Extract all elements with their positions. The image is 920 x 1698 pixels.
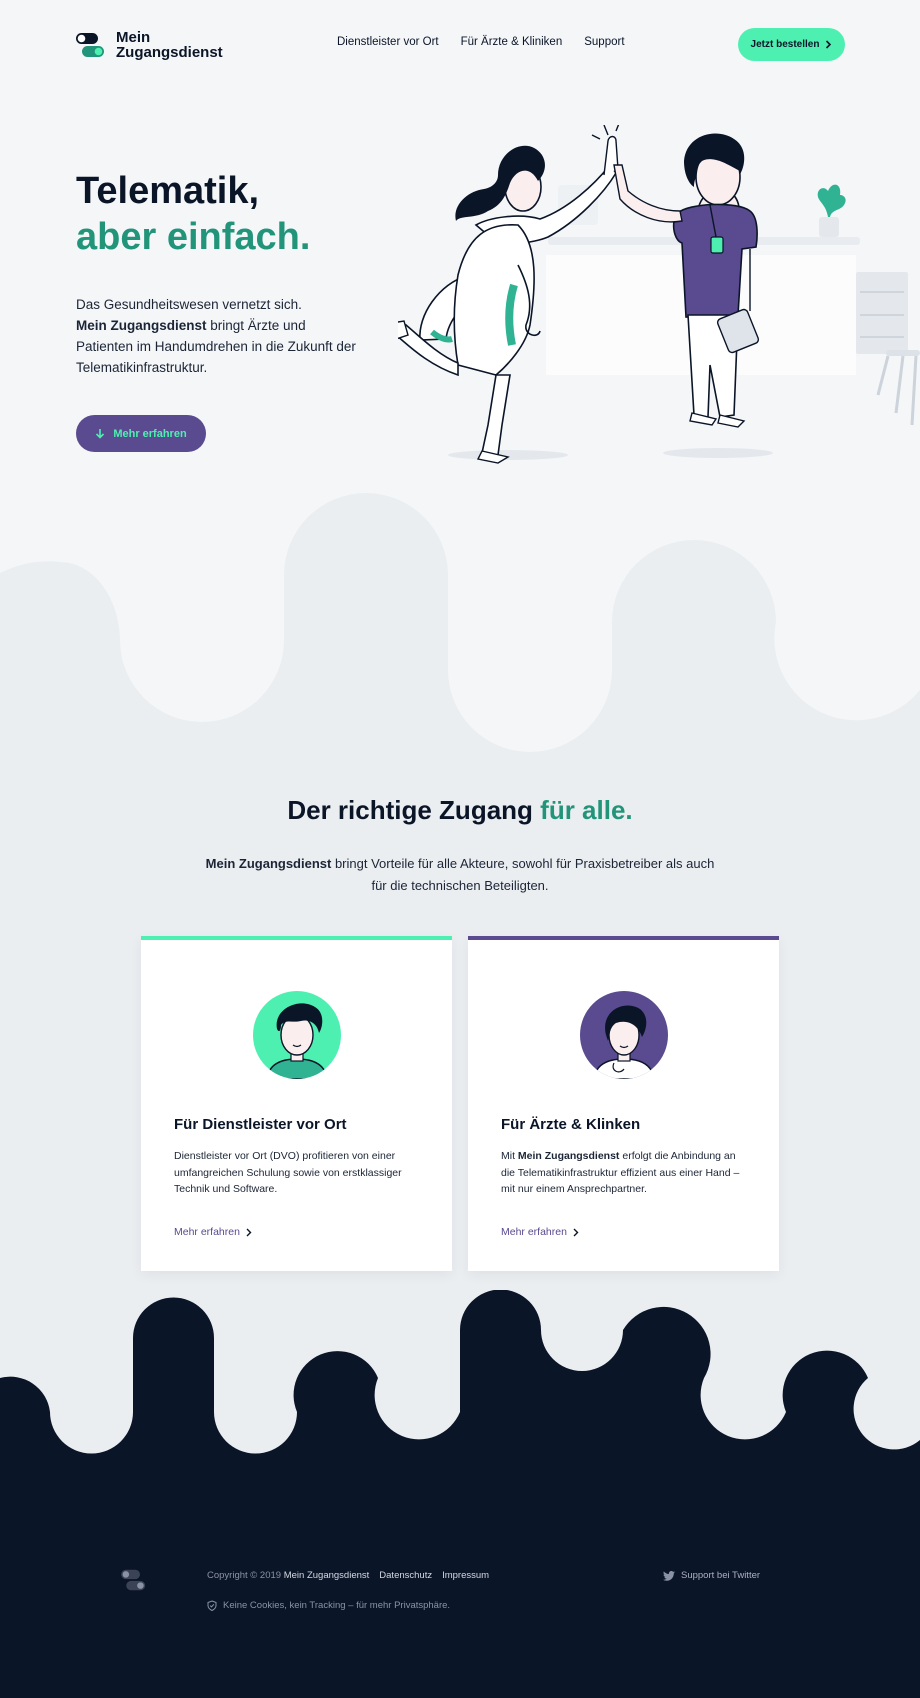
card-aerzte-text: Mit Mein Zugangsdienst erfolgt die Anbin… [501,1148,751,1198]
arrow-down-icon [96,429,105,439]
nav-item-aerzte-kliniken[interactable]: Für Ärzte & Kliniken [461,36,563,48]
card-dienstleister-title: Für Dienstleister vor Ort [174,1116,347,1133]
card-aerzte-kliniken: Für Ärzte & Klinken Mit Mein Zugangsdien… [468,936,779,1271]
card-aerzte-text-pre: Mit [501,1150,518,1162]
learn-more-label: Mehr erfahren [113,427,187,440]
page: Mein Zugangsdienst Dienstleister vor Ort… [0,0,920,1698]
section-title-accent: für alle. [540,795,633,825]
twitter-support-label: Support bei Twitter [681,1570,761,1581]
brand-name-line1: Mein [116,29,151,46]
hero-title: Telematik, aber einfach. [76,168,310,260]
service-provider-avatar [253,991,341,1079]
card-aerzte-text-brand: Mein Zugangsdienst [517,1150,620,1162]
brand-name: Mein Zugangsdienst [116,30,236,60]
section-text-brand: Mein Zugangsdienst [205,856,332,871]
section-title-main: Der richtige Zugang [287,795,541,825]
footer-links: Copyright © 2019 Mein Zugangsdienst Date… [207,1570,489,1581]
card-aerzte-link[interactable]: Mehr erfahren [501,1226,579,1238]
toggle-logo-icon [76,33,104,57]
hero-title-accent: aber einfach. [76,216,311,258]
chevron-right-icon [573,1228,579,1236]
footer-wave-background [0,1290,920,1698]
card-dienstleister-text: Dienstleister vor Ort (DVO) profitieren … [174,1150,402,1195]
chevron-right-icon [246,1228,252,1236]
impressum-link[interactable]: Impressum [442,1570,489,1581]
copyright-text: Copyright © 2019 [207,1570,282,1581]
twitter-icon [663,1570,675,1581]
hero-description: Das Gesundheitswesen vernetzt sich. Mein… [76,294,366,378]
chevron-right-icon [826,40,832,49]
card-aerzte-link-label: Mehr erfahren [501,1226,567,1238]
doctor-avatar [580,991,668,1079]
card-dienstleister-link[interactable]: Mehr erfahren [174,1226,252,1238]
high-five-illustration [398,125,920,464]
card-dienstleister-link-label: Mehr erfahren [174,1226,240,1238]
order-now-button[interactable]: Jetzt bestellen [738,28,845,61]
order-now-label: Jetzt bestellen [750,39,820,50]
hero-title-line1: Telematik, [76,170,260,212]
section-description: Mein Zugangsdienst bringt Vorteile für a… [200,853,720,897]
brand-name-line2: Zugangsdienst [116,44,223,61]
nav-item-dienstleister[interactable]: Dienstleister vor Ort [337,36,439,48]
privacy-note: Keine Cookies, kein Tracking – für mehr … [207,1600,450,1611]
section-text-rest: bringt Vorteile für alle Akteure, sowohl… [331,856,715,893]
learn-more-button[interactable]: Mehr erfahren [76,415,206,452]
card-aerzte-title: Für Ärzte & Klinken [501,1116,641,1133]
privacy-note-text: Keine Cookies, kein Tracking – für mehr … [223,1600,451,1611]
hero-text-brand: Mein Zugangsdienst [76,318,207,333]
twitter-support-link[interactable]: Support bei Twitter [663,1570,760,1581]
hero-text-intro: Das Gesundheitswesen vernetzt sich. [76,297,302,312]
shield-check-icon [207,1600,217,1611]
main-nav: Dienstleister vor Ort Für Ärzte & Klinik… [337,36,625,48]
footer-toggle-logo-icon[interactable] [121,1568,147,1592]
copyright-brand: Mein Zugangsdienst [283,1570,370,1581]
nav-item-support[interactable]: Support [584,36,624,48]
section-title: Der richtige Zugang für alle. [0,795,920,826]
site-header: Mein Zugangsdienst Dienstleister vor Ort… [0,0,920,90]
footer-copyright: Copyright © 2019 Mein Zugangsdienst [207,1570,369,1581]
card-dienstleister: Für Dienstleister vor Ort Dienstleister … [141,936,452,1271]
brand-logo[interactable]: Mein Zugangsdienst [76,30,236,60]
datenschutz-link[interactable]: Datenschutz [379,1570,432,1581]
